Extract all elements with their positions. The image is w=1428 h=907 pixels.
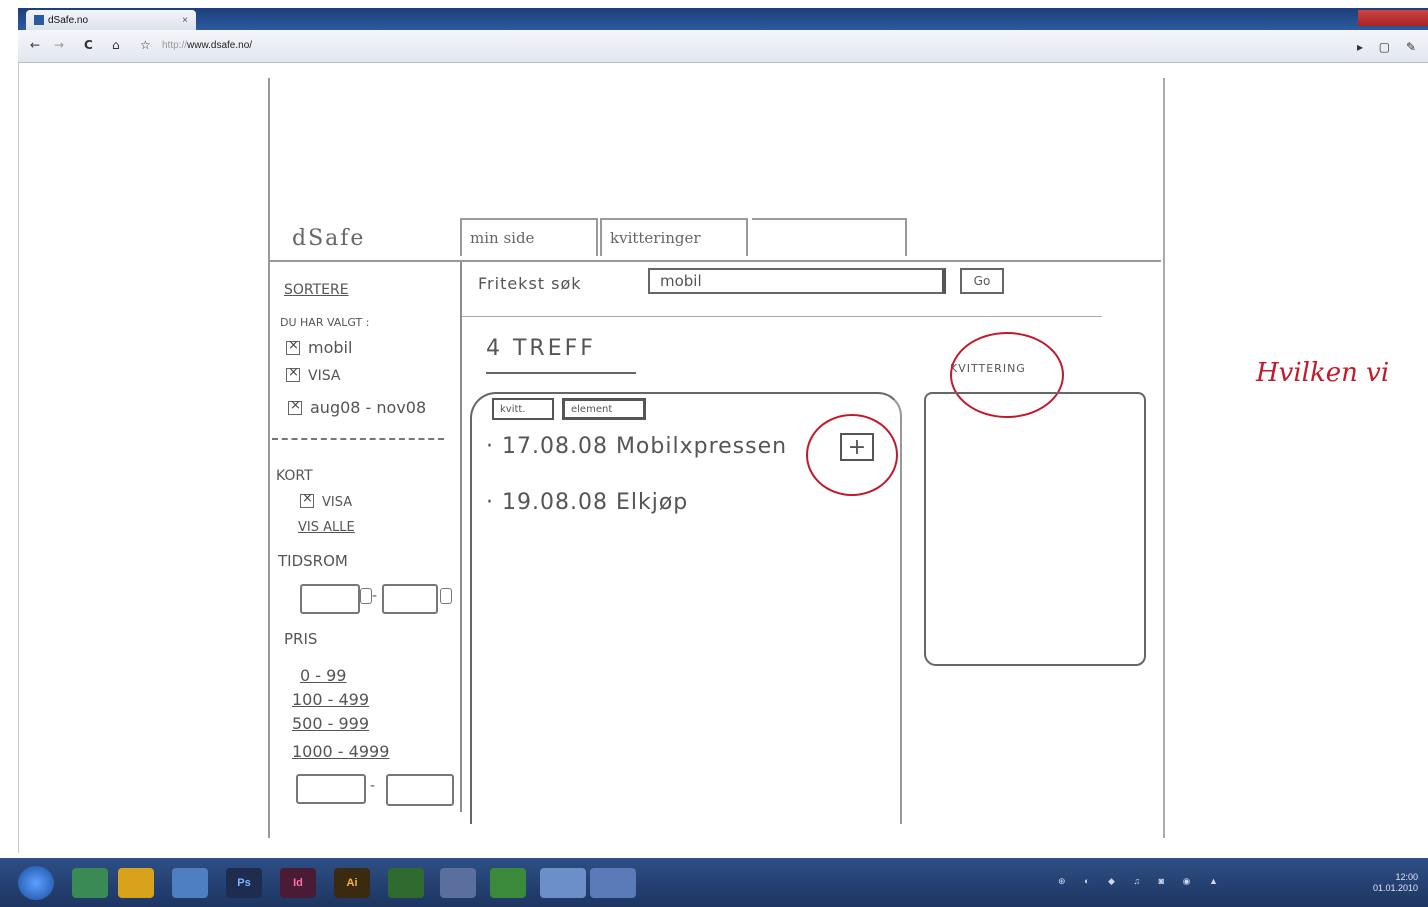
filter-label: VISA [308, 368, 341, 384]
search-input[interactable]: mobil [648, 268, 946, 294]
selected-filter-visa[interactable]: VISA [286, 365, 341, 384]
forward-icon[interactable]: → [54, 38, 64, 52]
taskbar-app-indesign[interactable]: Id [280, 868, 316, 898]
checkbox-icon [286, 338, 300, 355]
bookmark-star-icon[interactable]: ☆ [140, 38, 151, 52]
calendar-icon[interactable] [440, 588, 452, 604]
price-range-3[interactable]: 1000 - 4999 [292, 742, 389, 761]
window-titlebar [18, 8, 1428, 30]
clock-date: 01.01.2010 [1372, 883, 1418, 893]
annotation-circle [806, 414, 898, 496]
taskbar-app[interactable] [118, 868, 154, 898]
tab-title: dSafe.no [48, 14, 89, 26]
taskbar-app[interactable] [590, 868, 636, 898]
price-range-1[interactable]: 100 - 499 [292, 690, 369, 709]
taskbar-app-illustrator[interactable]: Ai [334, 868, 370, 898]
taskbar-app-photoshop[interactable]: Ps [226, 868, 262, 898]
period-title: TIDSROM [278, 552, 348, 570]
price-range-0[interactable]: 0 - 99 [300, 666, 346, 685]
site-logo: dSafe [292, 226, 366, 251]
range-separator: - [370, 778, 376, 794]
home-icon[interactable]: ⌂ [112, 38, 120, 52]
price-title: PRIS [284, 630, 318, 648]
taskbar-app[interactable] [388, 868, 424, 898]
hit-count-underline [486, 372, 636, 374]
taskbar-app[interactable] [72, 868, 108, 898]
taskbar-app[interactable] [540, 868, 586, 898]
card-option-label: VISA [322, 495, 353, 510]
sort-title: SORTERE [284, 282, 349, 298]
system-tray[interactable]: ⊕ ◐ ◆ ♫ ◙ ◉ ▲ [1058, 876, 1226, 887]
calendar-icon[interactable] [360, 588, 372, 604]
clock[interactable]: 12:00 01.01.2010 [1373, 872, 1418, 894]
result-row[interactable]: · 17.08.08 Mobilxpressen [486, 434, 787, 459]
tab-empty[interactable] [752, 218, 907, 256]
price-to-input[interactable] [386, 774, 454, 806]
filter-label: mobil [308, 338, 353, 357]
card-title: KORT [276, 468, 313, 484]
tab-my-page[interactable]: min side [460, 218, 598, 256]
browser-tab[interactable]: dSafe.no × [26, 10, 196, 30]
back-icon[interactable]: ← [30, 38, 40, 52]
price-from-input[interactable] [296, 774, 366, 804]
checkbox-icon [300, 491, 314, 508]
selected-filter-period[interactable]: aug08 - nov08 [288, 398, 426, 417]
favicon-icon [34, 15, 44, 25]
checkbox-icon [288, 398, 302, 415]
clock-time: 12:00 [1395, 872, 1418, 882]
period-from-input[interactable] [300, 584, 360, 614]
taskbar-app[interactable] [490, 868, 526, 898]
selected-filter-mobil[interactable]: mobil [286, 338, 352, 357]
start-button[interactable] [18, 866, 54, 900]
taskbar-app[interactable] [440, 868, 476, 898]
close-tab-icon[interactable]: × [182, 15, 188, 26]
selected-title: DU HAR VALGT : [280, 316, 370, 329]
card-option-visa[interactable]: VISA [300, 491, 353, 510]
show-all-link[interactable]: VIS ALLE [298, 520, 355, 535]
url-host: www.dsafe.no/ [187, 40, 253, 51]
results-tab-items[interactable]: element [562, 398, 646, 420]
handwritten-note: Hvilken vi [1256, 358, 1390, 388]
reload-icon[interactable]: C [84, 38, 93, 52]
go-button[interactable]: Go [960, 268, 1004, 294]
url-scheme: http:// [162, 40, 188, 51]
search-label: Fritekst søk [478, 274, 582, 293]
receipt-preview [924, 392, 1146, 666]
dashed-divider [272, 438, 444, 440]
results-tab-receipts[interactable]: kvitt. [492, 398, 554, 420]
checkbox-icon [286, 365, 300, 382]
filter-label: aug08 - nov08 [310, 398, 427, 417]
price-range-2[interactable]: 500 - 999 [292, 714, 369, 733]
search-divider [462, 316, 1102, 317]
period-to-input[interactable] [382, 584, 438, 614]
result-row[interactable]: · 19.08.08 Elkjøp [486, 490, 688, 515]
taskbar-app[interactable] [172, 868, 208, 898]
browser-tools[interactable]: ▸ ▢ ✎ [1357, 40, 1422, 54]
hit-count: 4 TREFF [486, 336, 596, 361]
tab-receipts[interactable]: kvitteringer [600, 218, 748, 256]
range-separator: - [372, 588, 378, 604]
address-bar[interactable]: http://www.dsafe.no/ [162, 40, 252, 51]
window-controls[interactable] [1358, 10, 1428, 26]
